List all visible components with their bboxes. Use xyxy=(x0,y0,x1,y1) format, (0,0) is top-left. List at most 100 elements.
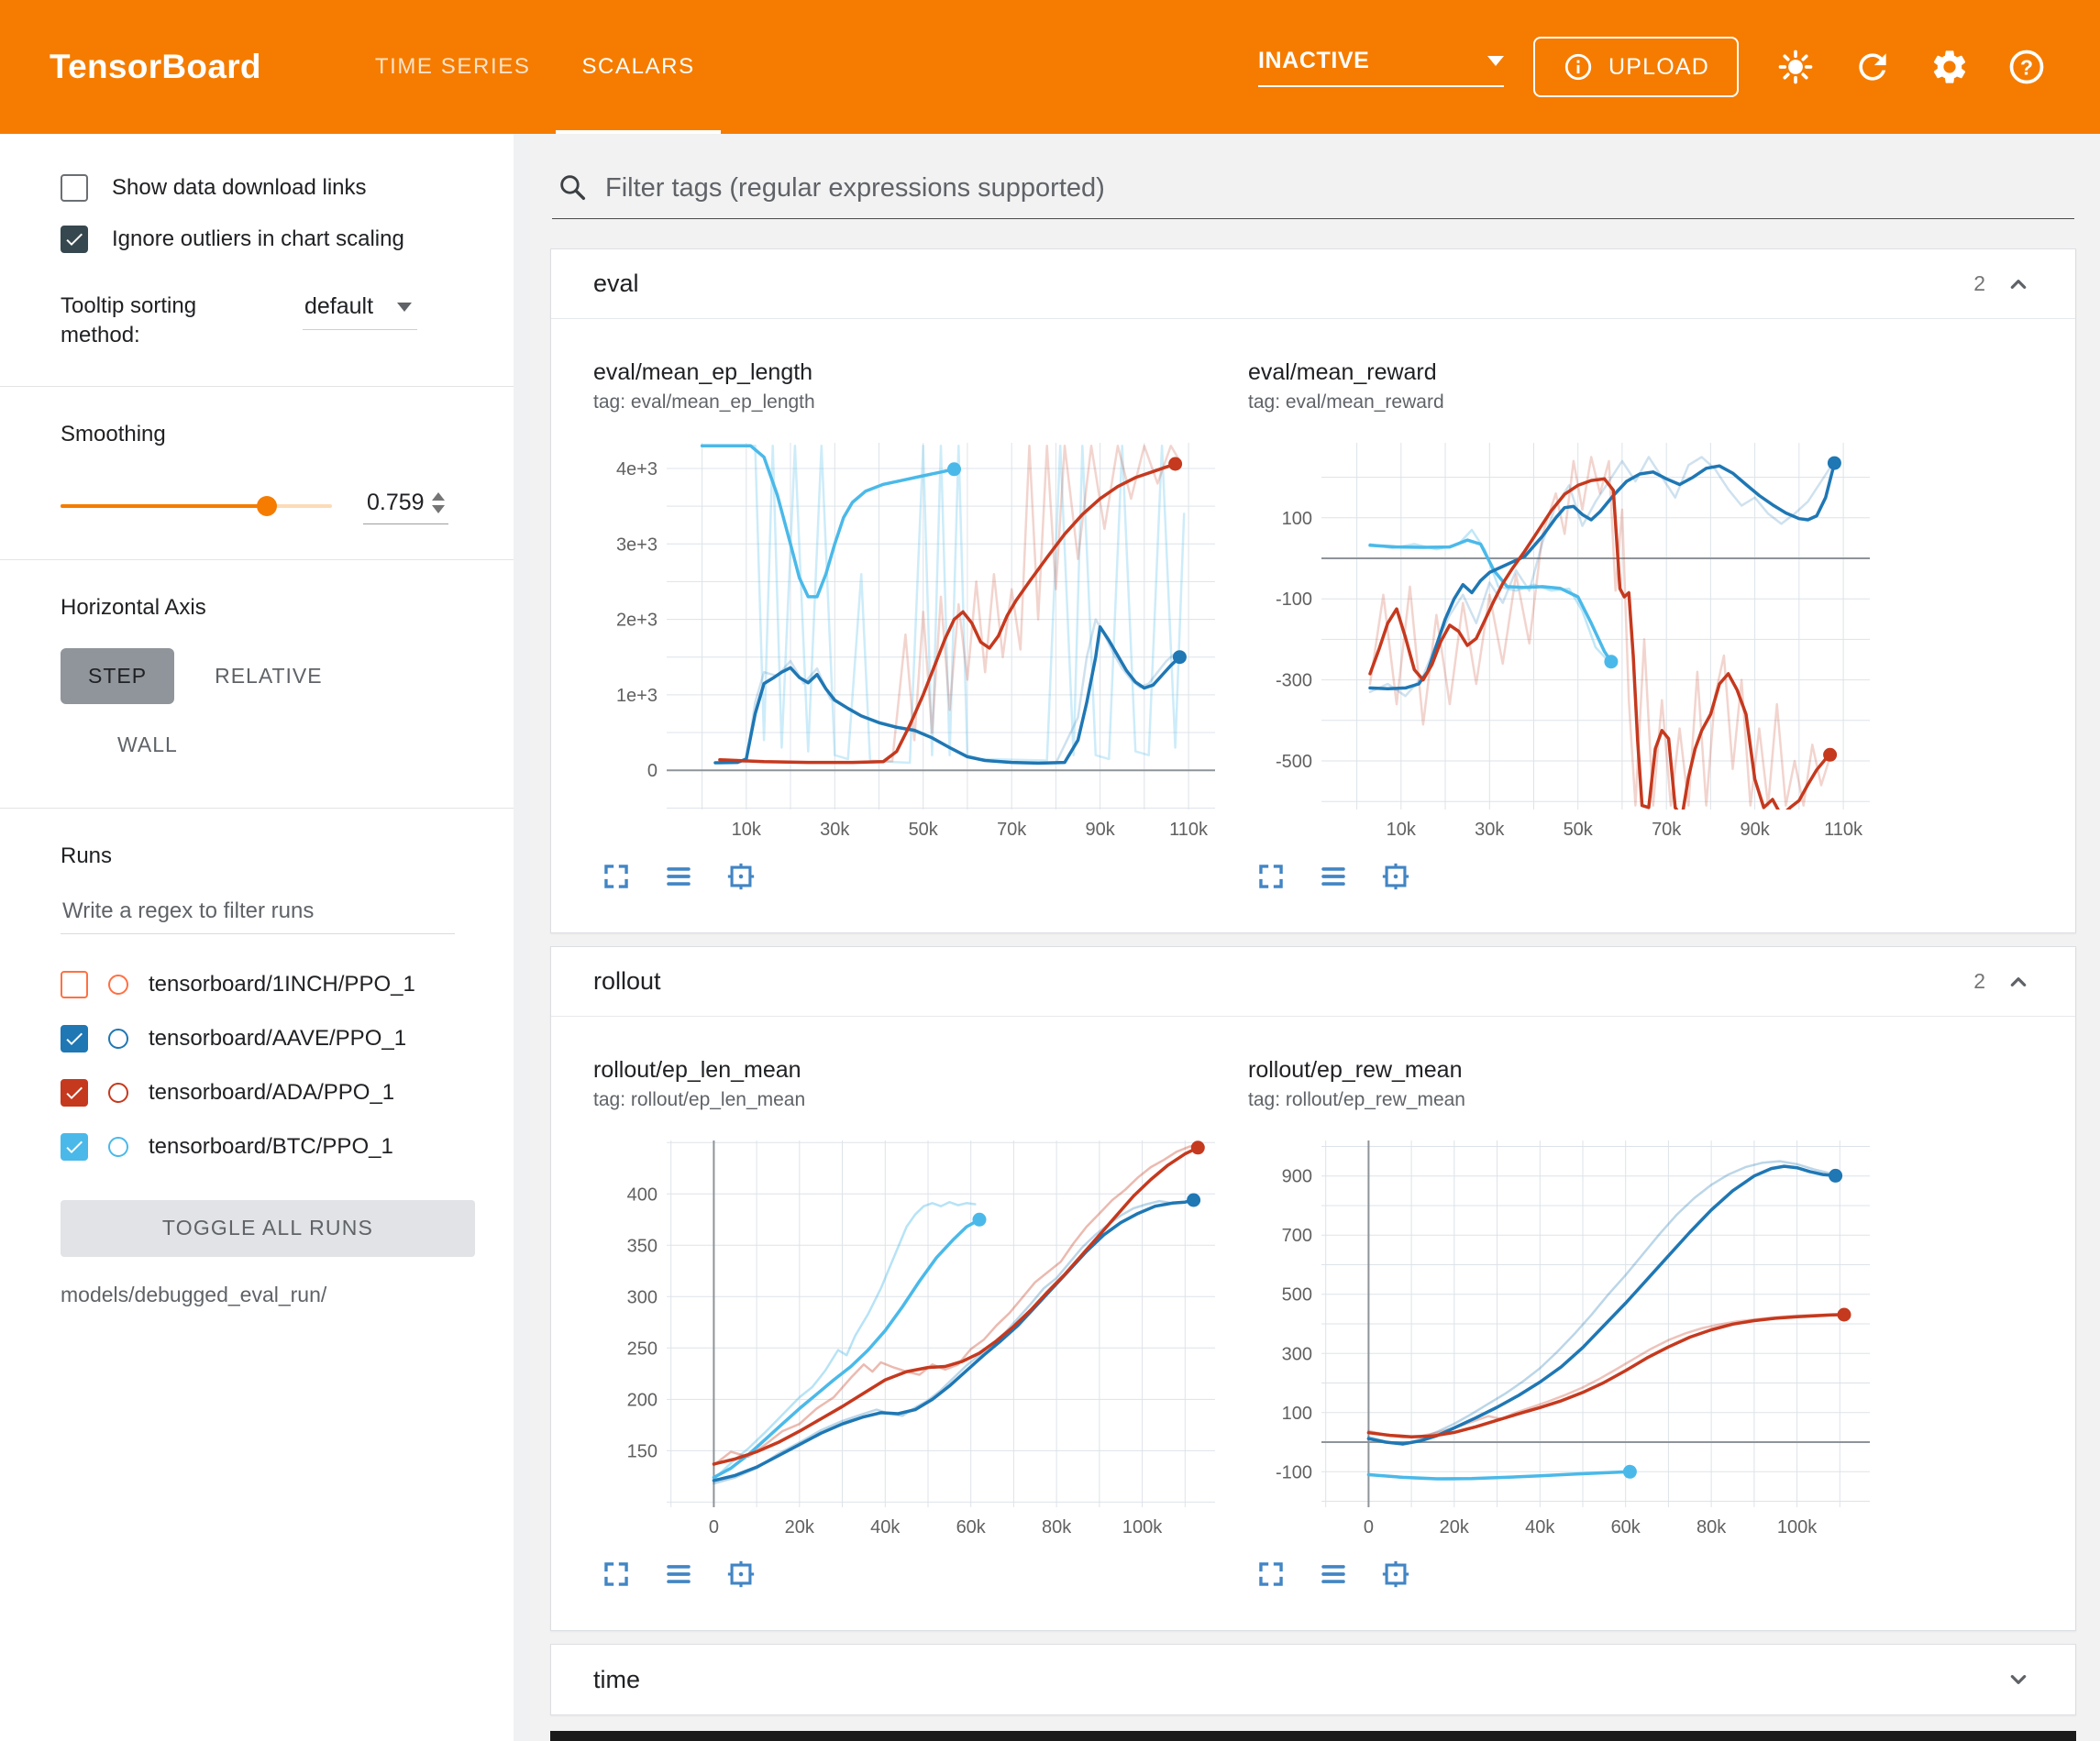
chart-block-eval-mean-reward: eval/mean_reward tag: eval/mean_reward 1… xyxy=(1248,347,1892,892)
svg-text:300: 300 xyxy=(1282,1344,1312,1364)
settings-icon[interactable] xyxy=(1929,47,1970,87)
section-rollout-header[interactable]: rollout 2 xyxy=(551,947,2075,1017)
svg-text:150: 150 xyxy=(627,1441,658,1461)
svg-text:900: 900 xyxy=(1282,1167,1312,1187)
ignore-outliers-checkbox-row[interactable]: Ignore outliers in chart scaling xyxy=(61,226,490,253)
relative-axis-button[interactable]: RELATIVE xyxy=(187,648,350,704)
smoothing-value-input[interactable]: 0.759 xyxy=(363,488,448,524)
smoothing-slider[interactable] xyxy=(61,495,332,517)
help-icon[interactable]: ? xyxy=(2006,47,2047,87)
fit-domain-icon[interactable] xyxy=(725,1559,757,1590)
svg-text:20k: 20k xyxy=(785,1517,815,1537)
expand-chart-icon[interactable] xyxy=(601,1559,632,1590)
svg-text:700: 700 xyxy=(1282,1226,1312,1246)
run-label: tensorboard/1INCH/PPO_1 xyxy=(149,972,415,997)
data-table-icon[interactable] xyxy=(1318,861,1349,892)
run-checkbox[interactable] xyxy=(61,1079,88,1107)
run-checkbox[interactable] xyxy=(61,1133,88,1161)
plot-rollout-ep-len-mean[interactable]: 020k40k60k80k100k150200250300350400 xyxy=(593,1126,1226,1548)
svg-text:500: 500 xyxy=(1282,1285,1312,1306)
svg-text:50k: 50k xyxy=(1564,820,1594,840)
chevron-up-icon[interactable] xyxy=(2004,270,2033,299)
fit-domain-icon[interactable] xyxy=(1380,861,1411,892)
chart-tag: tag: rollout/ep_len_mean xyxy=(593,1089,1237,1111)
app-header: TensorBoard TIME SERIES SCALARS INACTIVE… xyxy=(0,0,2100,134)
info-icon xyxy=(1563,51,1594,83)
chevron-down-icon xyxy=(1487,56,1504,66)
header-actions: INACTIVE UPLOAD ? xyxy=(1258,37,2047,97)
checkbox-unchecked-icon[interactable] xyxy=(61,174,88,202)
run-checkbox[interactable] xyxy=(61,1025,88,1052)
stepper-arrows-icon[interactable] xyxy=(432,492,445,513)
run-row[interactable]: tensorboard/1INCH/PPO_1 xyxy=(61,958,490,1012)
tooltip-sorting-value: default xyxy=(304,293,373,320)
chevron-down-icon[interactable] xyxy=(2004,1665,2033,1694)
show-download-links-checkbox-row[interactable]: Show data download links xyxy=(61,174,490,202)
svg-text:80k: 80k xyxy=(1042,1517,1072,1537)
svg-text:200: 200 xyxy=(627,1390,658,1410)
tooltip-sorting-select[interactable]: default xyxy=(303,292,417,330)
horizontal-scrollbar[interactable] xyxy=(550,1731,2076,1741)
run-row[interactable]: tensorboard/AAVE/PPO_1 xyxy=(61,1012,490,1066)
run-color-circle xyxy=(108,1137,128,1157)
upload-button[interactable]: UPLOAD xyxy=(1533,37,1739,97)
filter-tags-input[interactable] xyxy=(605,173,2069,204)
section-title: time xyxy=(593,1666,640,1694)
run-row[interactable]: tensorboard/ADA/PPO_1 xyxy=(61,1066,490,1120)
horizontal-axis-label: Horizontal Axis xyxy=(61,595,490,621)
step-axis-button[interactable]: STEP xyxy=(61,648,174,704)
fit-domain-icon[interactable] xyxy=(725,861,757,892)
run-row[interactable]: tensorboard/BTC/PPO_1 xyxy=(61,1120,490,1174)
tab-scalars[interactable]: SCALARS xyxy=(556,0,720,134)
expand-chart-icon[interactable] xyxy=(1255,1559,1287,1590)
plot-rollout-ep-rew-mean[interactable]: 020k40k60k80k100k-100100300500700900 xyxy=(1248,1126,1881,1548)
chart-block-eval-mean-ep-length: eval/mean_ep_length tag: eval/mean_ep_le… xyxy=(593,347,1237,892)
data-table-icon[interactable] xyxy=(1318,1559,1349,1590)
filter-tags-row xyxy=(552,163,2074,219)
status-dropdown-value: INACTIVE xyxy=(1258,48,1369,74)
scalars-main: eval 2 eval/mean_ep_length tag: eval/mea… xyxy=(530,134,2100,1741)
refresh-icon[interactable] xyxy=(1852,47,1893,87)
section-eval-header[interactable]: eval 2 xyxy=(551,249,2075,319)
checkbox-checked-icon[interactable] xyxy=(61,226,88,253)
chart-title: rollout/ep_len_mean xyxy=(593,1057,1237,1084)
brightness-icon[interactable] xyxy=(1775,47,1816,87)
run-checkbox[interactable] xyxy=(61,971,88,998)
sidebar-scrollbar[interactable] xyxy=(514,134,530,1741)
status-dropdown[interactable]: INACTIVE xyxy=(1258,48,1504,87)
smoothing-label: Smoothing xyxy=(61,422,490,447)
tab-time-series[interactable]: TIME SERIES xyxy=(349,0,557,134)
svg-text:100k: 100k xyxy=(1777,1517,1818,1537)
run-color-circle xyxy=(108,1083,128,1103)
settings-sidebar: Show data download links Ignore outliers… xyxy=(0,134,514,1741)
svg-text:100k: 100k xyxy=(1122,1517,1163,1537)
fit-domain-icon[interactable] xyxy=(1380,1559,1411,1590)
svg-text:90k: 90k xyxy=(1085,820,1115,840)
svg-text:4e+3: 4e+3 xyxy=(616,459,658,479)
svg-text:70k: 70k xyxy=(997,820,1027,840)
divider xyxy=(0,808,514,809)
chevron-up-icon[interactable] xyxy=(2004,967,2033,997)
data-table-icon[interactable] xyxy=(663,1559,694,1590)
slider-thumb[interactable] xyxy=(257,496,277,516)
svg-text:400: 400 xyxy=(627,1185,658,1205)
data-table-icon[interactable] xyxy=(663,861,694,892)
chart-tag: tag: rollout/ep_rew_mean xyxy=(1248,1089,1892,1111)
expand-chart-icon[interactable] xyxy=(1255,861,1287,892)
run-label: tensorboard/ADA/PPO_1 xyxy=(149,1080,394,1106)
wall-axis-button[interactable]: WALL xyxy=(90,717,205,773)
section-time-header[interactable]: time xyxy=(551,1645,2075,1714)
run-label: tensorboard/AAVE/PPO_1 xyxy=(149,1026,406,1052)
expand-chart-icon[interactable] xyxy=(601,861,632,892)
svg-text:0: 0 xyxy=(709,1517,719,1537)
runs-filter-input[interactable] xyxy=(61,893,455,934)
svg-text:110k: 110k xyxy=(1169,820,1209,840)
svg-text:40k: 40k xyxy=(870,1517,901,1537)
svg-text:30k: 30k xyxy=(1475,820,1505,840)
plot-eval-mean-reward[interactable]: 10k30k50k70k90k110k100-100-300-500 xyxy=(1248,428,1881,850)
smoothing-value: 0.759 xyxy=(367,490,425,516)
chart-block-rollout-ep-len-mean: rollout/ep_len_mean tag: rollout/ep_len_… xyxy=(593,1044,1237,1590)
upload-button-label: UPLOAD xyxy=(1608,54,1709,81)
plot-eval-mean-ep-length[interactable]: 10k30k50k70k90k110k01e+32e+33e+34e+3 xyxy=(593,428,1226,850)
toggle-all-runs-button[interactable]: TOGGLE ALL RUNS xyxy=(61,1200,475,1257)
